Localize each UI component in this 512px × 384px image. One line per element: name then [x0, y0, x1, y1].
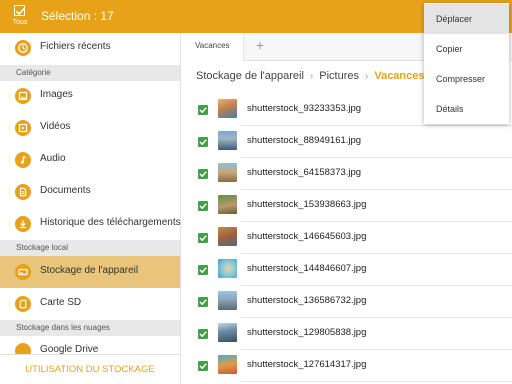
- tab-vacances[interactable]: Vacances: [181, 33, 244, 61]
- breadcrumb: Stockage de l'appareil › Pictures › Vacances: [196, 70, 425, 84]
- thumbnail-image: [218, 259, 237, 278]
- sidebar-item-label: Images: [40, 89, 73, 100]
- checkbox-checked-icon[interactable]: [198, 137, 208, 147]
- sidebar-item-label: Documents: [40, 185, 91, 196]
- menu-item-details[interactable]: Détails: [424, 94, 509, 124]
- sidebar-item-label: Vidéos: [40, 121, 71, 132]
- sidebar-item-images[interactable]: Images: [0, 81, 180, 111]
- file-name: shutterstock_144846607.jpg: [247, 263, 367, 274]
- sidebar-item-label: Stockage de l'appareil: [40, 265, 139, 276]
- checkbox-checked-icon[interactable]: [198, 297, 208, 307]
- checkbox-checked-icon[interactable]: [198, 265, 208, 275]
- checkbox-checked-icon[interactable]: [198, 169, 208, 179]
- file-row[interactable]: shutterstock_136586732.jpg: [181, 288, 512, 320]
- file-name: shutterstock_127614317.jpg: [247, 359, 367, 370]
- checkbox-checked-icon[interactable]: [198, 329, 208, 339]
- menu-item-move[interactable]: Déplacer: [424, 4, 509, 34]
- select-all-checkbox[interactable]: Tous: [9, 3, 31, 31]
- thumbnail-image: [218, 131, 237, 150]
- sidebar-item-device-storage[interactable]: Stockage de l'appareil: [0, 256, 180, 288]
- tab-label: Vacances: [195, 41, 230, 50]
- thumbnail-image: [218, 163, 237, 182]
- image-icon: [15, 88, 31, 104]
- add-tab-button[interactable]: +: [252, 37, 268, 55]
- checkbox-icon: [14, 5, 26, 16]
- sd-card-icon: [15, 296, 31, 312]
- chevron-right-icon: ›: [309, 70, 314, 82]
- file-name: shutterstock_146645603.jpg: [247, 231, 367, 242]
- sidebar-item-google-drive[interactable]: Google Drive: [0, 337, 180, 354]
- thumbnail-image: [218, 195, 237, 214]
- google-drive-icon: [15, 343, 31, 354]
- sidebar-item-label: Carte SD: [40, 297, 82, 308]
- file-row[interactable]: shutterstock_144846607.jpg: [181, 256, 512, 288]
- sidebar-item-documents[interactable]: Documents: [0, 177, 180, 207]
- sidebar-item-downloads[interactable]: Historique des téléchargements: [0, 209, 181, 239]
- file-name: shutterstock_153938663.jpg: [247, 199, 367, 210]
- sidebar-item-recent-files[interactable]: Fichiers récents: [0, 33, 180, 63]
- file-name: shutterstock_64158373.jpg: [247, 167, 362, 178]
- file-name: shutterstock_129805838.jpg: [247, 327, 367, 338]
- file-row[interactable]: shutterstock_129805838.jpg: [181, 320, 512, 352]
- file-row[interactable]: shutterstock_88949161.jpg: [181, 128, 512, 160]
- checkbox-checked-icon[interactable]: [198, 233, 208, 243]
- music-note-icon: [15, 152, 31, 168]
- sidebar-item-audio[interactable]: Audio: [0, 145, 180, 175]
- sidebar-item-sd-card[interactable]: Carte SD: [0, 289, 180, 319]
- sidebar: Fichiers récents Catégorie Images Vidéos…: [0, 33, 181, 384]
- file-name: shutterstock_88949161.jpg: [247, 135, 362, 146]
- breadcrumb-current-folder[interactable]: Vacances: [374, 70, 424, 82]
- file-name: shutterstock_136586732.jpg: [247, 295, 367, 306]
- device-storage-icon: [15, 264, 31, 280]
- menu-item-compress[interactable]: Compresser: [424, 64, 509, 94]
- checkbox-checked-icon[interactable]: [198, 361, 208, 371]
- file-row[interactable]: shutterstock_153938663.jpg: [181, 192, 512, 224]
- storage-usage-button[interactable]: UTILISATION DU STOCKAGE: [0, 354, 180, 384]
- thumbnail-image: [218, 227, 237, 246]
- file-name: shutterstock_93233353.jpg: [247, 103, 362, 114]
- breadcrumb-item-pictures[interactable]: Pictures: [319, 70, 359, 82]
- sidebar-item-label: Google Drive: [40, 344, 99, 354]
- section-header-category: Catégorie: [0, 65, 180, 81]
- download-icon: [15, 216, 31, 232]
- menu-item-copy[interactable]: Copier: [424, 34, 509, 64]
- select-all-label: Tous: [12, 19, 28, 26]
- chevron-right-icon: ›: [365, 70, 369, 82]
- file-row[interactable]: shutterstock_64158373.jpg: [181, 160, 512, 192]
- sidebar-item-label: Audio: [40, 153, 66, 164]
- video-icon: [15, 120, 31, 136]
- sidebar-item-label: Fichiers récents: [40, 41, 111, 52]
- sidebar-item-videos[interactable]: Vidéos: [0, 113, 180, 143]
- file-row[interactable]: shutterstock_127614317.jpg: [181, 352, 512, 384]
- thumbnail-image: [218, 99, 237, 118]
- selection-count-title: Sélection : 17: [41, 9, 114, 23]
- breadcrumb-item-device-storage[interactable]: Stockage de l'appareil: [196, 70, 304, 82]
- clock-icon: [15, 40, 31, 56]
- thumbnail-image: [218, 355, 237, 374]
- checkbox-checked-icon[interactable]: [198, 105, 208, 115]
- file-row[interactable]: shutterstock_146645603.jpg: [181, 224, 512, 256]
- section-header-local-storage: Stockage local: [0, 240, 180, 256]
- checkbox-checked-icon[interactable]: [198, 201, 208, 211]
- thumbnail-image: [218, 323, 237, 342]
- section-header-cloud-storage: Stockage dans les nuages: [0, 320, 180, 336]
- context-menu: Déplacer Copier Compresser Détails: [424, 3, 509, 124]
- thumbnail-image: [218, 291, 237, 310]
- document-icon: [15, 184, 31, 200]
- sidebar-item-label: Historique des téléchargements: [40, 217, 181, 228]
